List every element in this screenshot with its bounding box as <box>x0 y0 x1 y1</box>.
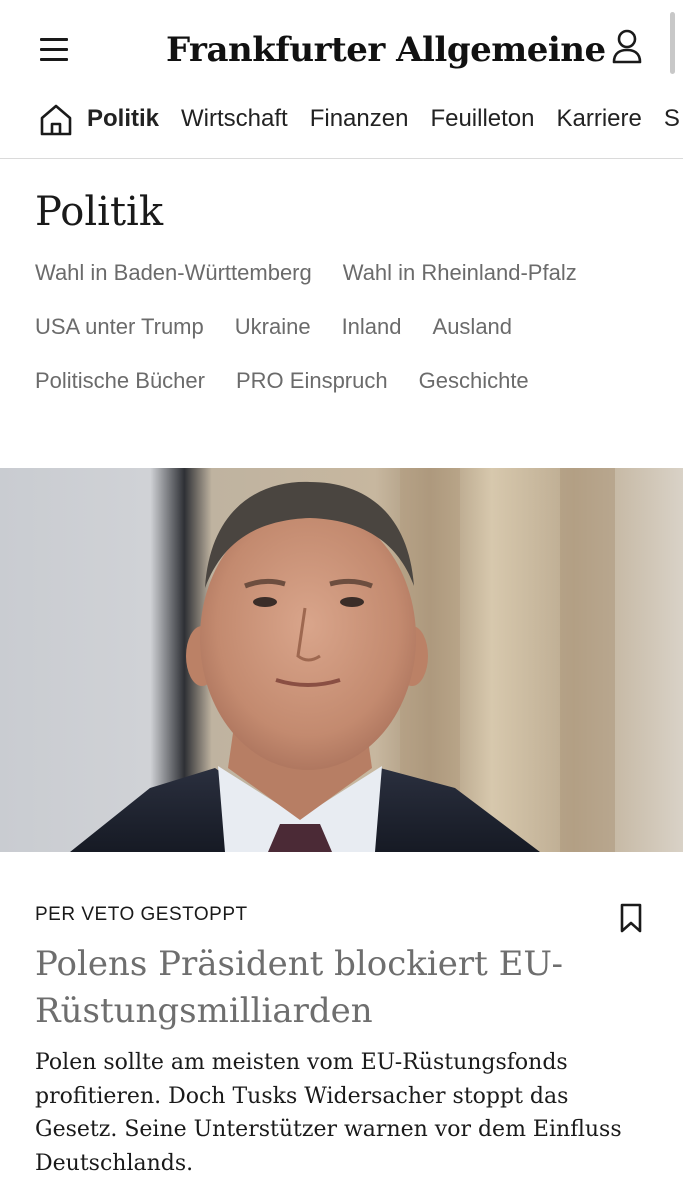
user-icon[interactable] <box>610 28 644 68</box>
site-header: Frankfurter Allgemeine <box>0 0 683 92</box>
main-nav: Politik Wirtschaft Finanzen Feuilleton K… <box>0 92 683 159</box>
nav-item-karriere[interactable]: Karriere <box>557 104 642 134</box>
nav-item-finanzen[interactable]: Finanzen <box>310 104 409 134</box>
article-headline[interactable]: Polens Präsident blockiert EU-Rüstungsmi… <box>35 941 645 1035</box>
subnav-link[interactable]: Inland <box>342 312 402 366</box>
subnav-link[interactable]: PRO Einspruch <box>236 366 388 420</box>
article-kicker: PER VETO GESTOPPT <box>35 904 248 925</box>
subnav-link[interactable]: Ausland <box>433 312 513 366</box>
subnav-link[interactable]: Wahl in Baden-Württemberg <box>35 258 312 312</box>
nav-item-wirtschaft[interactable]: Wirtschaft <box>181 104 288 134</box>
article-hero-image[interactable] <box>0 468 683 852</box>
subnav-link[interactable]: Geschichte <box>419 366 529 420</box>
subnav-link[interactable]: USA unter Trump <box>35 312 204 366</box>
home-icon[interactable] <box>38 102 74 138</box>
nav-item-truncated[interactable]: S <box>664 104 680 134</box>
subnav-link[interactable]: Politische Bücher <box>35 366 205 420</box>
section-title: Politik <box>35 189 164 235</box>
subnav-link[interactable]: Wahl in Rheinland-Pfalz <box>343 258 577 312</box>
nav-item-feuilleton[interactable]: Feuilleton <box>430 104 534 134</box>
portrait-illustration <box>70 468 615 852</box>
bookmark-icon[interactable] <box>618 902 644 934</box>
site-logo[interactable]: Frankfurter Allgemeine <box>166 22 606 78</box>
subnav-row: USA unter Trump Ukraine Inland Ausland <box>35 312 665 366</box>
section-subnav: Wahl in Baden-Württemberg Wahl in Rheinl… <box>35 258 665 420</box>
subnav-row: Politische Bücher PRO Einspruch Geschich… <box>35 366 665 420</box>
subnav-row: Wahl in Baden-Württemberg Wahl in Rheinl… <box>35 258 665 312</box>
subnav-link[interactable]: Ukraine <box>235 312 311 366</box>
nav-item-politik[interactable]: Politik <box>87 104 159 134</box>
article-teaser: Polen sollte am meisten vom EU-Rüstungsf… <box>35 1050 622 1176</box>
scrollbar[interactable] <box>670 12 675 74</box>
hamburger-menu-icon[interactable] <box>40 38 70 62</box>
nav-items: Politik Wirtschaft Finanzen Feuilleton K… <box>87 104 680 134</box>
